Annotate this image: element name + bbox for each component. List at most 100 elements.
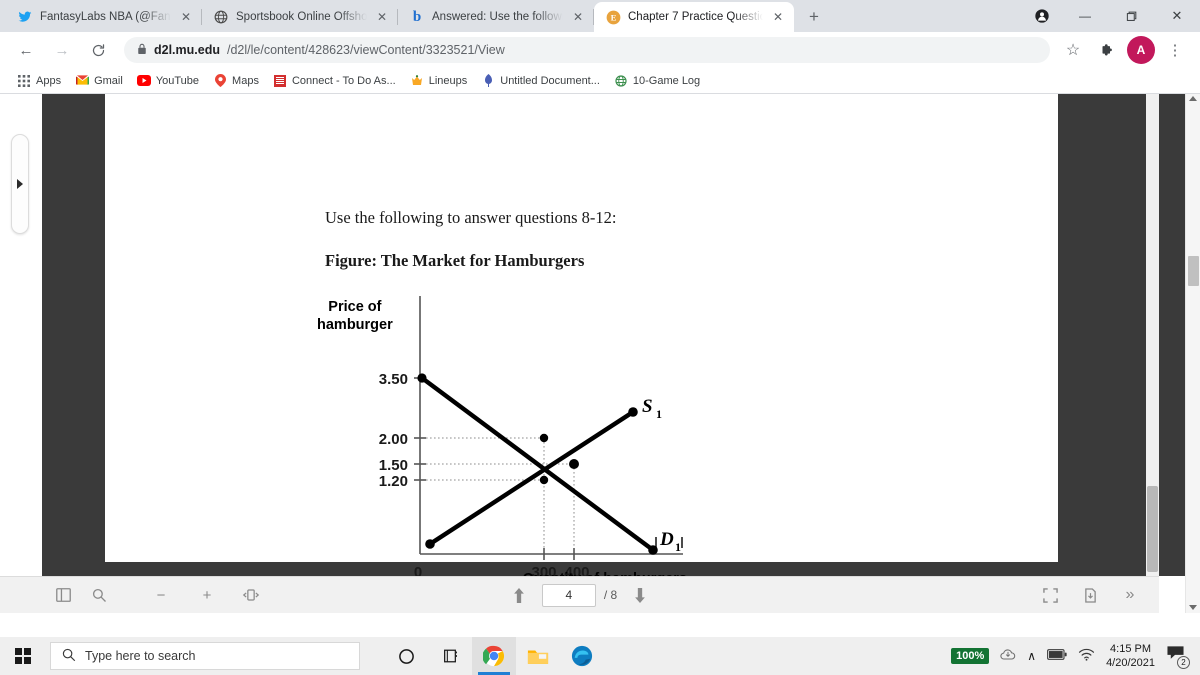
url-path: /d2l/le/content/428623/viewContent/33235… bbox=[226, 43, 505, 57]
mcgraw-connect-icon bbox=[273, 74, 287, 88]
taskbar-search-input[interactable]: Type here to search bbox=[50, 642, 360, 670]
profile-avatar[interactable]: A bbox=[1127, 36, 1155, 64]
edge-icon bbox=[571, 645, 593, 667]
globe-icon bbox=[614, 74, 628, 88]
window-maximize-button[interactable] bbox=[1108, 0, 1154, 32]
page-count-label: / 8 bbox=[603, 588, 618, 602]
taskbar-app-chrome[interactable] bbox=[472, 637, 516, 675]
point-demand-300-200 bbox=[539, 433, 549, 443]
url-host: d2l.mu.edu bbox=[154, 43, 220, 57]
sidebar-expand-handle[interactable] bbox=[11, 134, 29, 234]
browser-tab-3-active[interactable]: E Chapter 7 Practice Questions - E ✕ bbox=[594, 2, 794, 32]
svg-text:E: E bbox=[610, 12, 616, 22]
tab-close-icon[interactable]: ✕ bbox=[570, 9, 586, 25]
window-close-button[interactable]: ✕ bbox=[1154, 0, 1200, 32]
file-explorer-icon bbox=[527, 650, 549, 664]
browser-tab-1[interactable]: Sportsbook Online Offshore Spo ✕ bbox=[202, 2, 398, 32]
onedrive-icon[interactable] bbox=[1000, 648, 1016, 665]
pdf-inner-scrollbar-thumb[interactable] bbox=[1147, 486, 1158, 572]
cortana-button[interactable] bbox=[428, 637, 472, 675]
notification-center-button[interactable]: 2 bbox=[1166, 645, 1190, 669]
tab-close-icon[interactable]: ✕ bbox=[178, 9, 194, 25]
bookmark-item-10-game-log[interactable]: 10-Game Log bbox=[607, 71, 707, 91]
search-icon bbox=[62, 648, 76, 665]
screen-root: FantasyLabs NBA (@FantasyLabs ✕ Sportsbo… bbox=[0, 0, 1200, 675]
y-tick-label-2: 1.50 bbox=[379, 457, 408, 474]
supply-curve-subscript: 1 bbox=[656, 407, 662, 421]
battery-icon[interactable] bbox=[1047, 649, 1067, 663]
reload-button[interactable] bbox=[84, 36, 112, 64]
figure-title: Figure: The Market for Hamburgers bbox=[325, 251, 585, 270]
taskbar-app-edge[interactable] bbox=[560, 637, 604, 675]
back-button[interactable]: ← bbox=[12, 36, 40, 64]
apps-grid-icon bbox=[17, 74, 31, 88]
chrome-menu-icon[interactable]: ⋮ bbox=[1161, 36, 1189, 64]
point-equilibrium-400-150 bbox=[569, 459, 579, 469]
forward-button[interactable]: → bbox=[48, 36, 76, 64]
bookmark-item-apps[interactable]: Apps bbox=[10, 71, 68, 91]
bookmark-label: YouTube bbox=[155, 74, 200, 87]
clock-time: 4:15 PM bbox=[1110, 642, 1152, 655]
bookmark-item-gmail[interactable]: Gmail bbox=[68, 71, 130, 91]
new-tab-button[interactable]: + bbox=[800, 3, 828, 31]
pdf-stage: Use the following to answer questions 8-… bbox=[42, 94, 1159, 576]
current-page-input[interactable]: 4 bbox=[541, 583, 596, 607]
bookmark-label: Lineups bbox=[428, 74, 468, 87]
bookmark-label: Apps bbox=[36, 74, 62, 87]
previous-page-button[interactable] bbox=[504, 582, 534, 608]
search-placeholder-text: Type here to search bbox=[85, 649, 196, 663]
browser-tab-title: Answered: Use the following to a bbox=[432, 11, 563, 23]
browser-scrollbar[interactable] bbox=[1185, 94, 1200, 613]
scroll-down-arrow-icon[interactable] bbox=[1189, 605, 1197, 610]
battery-percent-badge: 100% bbox=[951, 648, 990, 664]
zoom-out-button[interactable]: − bbox=[146, 582, 176, 608]
twitter-bird-icon bbox=[17, 9, 33, 25]
system-tray: 100% ∧ 4:15 PM 4/20/2021 2 bbox=[951, 637, 1200, 675]
bookmark-star-icon[interactable]: ☆ bbox=[1059, 36, 1087, 64]
more-options-button[interactable]: » bbox=[1115, 582, 1145, 608]
window-controls: — ✕ bbox=[1028, 0, 1200, 32]
tab-close-icon[interactable]: ✕ bbox=[770, 9, 786, 25]
extensions-puzzle-icon[interactable] bbox=[1093, 36, 1121, 64]
sidebar-toggle-icon[interactable] bbox=[48, 582, 78, 608]
wifi-icon[interactable] bbox=[1078, 648, 1095, 664]
profile-badge-icon[interactable] bbox=[1028, 2, 1056, 30]
browser-tab-title: Chapter 7 Practice Questions - E bbox=[628, 11, 763, 23]
bookmark-item-untitled-document[interactable]: Untitled Document... bbox=[474, 71, 607, 91]
browser-scrollbar-thumb[interactable] bbox=[1188, 256, 1199, 286]
bookmark-item-maps[interactable]: Maps bbox=[206, 71, 266, 91]
zoom-in-button[interactable]: + bbox=[192, 582, 222, 608]
tab-close-icon[interactable]: ✕ bbox=[374, 9, 390, 25]
window-minimize-button[interactable]: — bbox=[1062, 0, 1108, 32]
taskbar-clock[interactable]: 4:15 PM 4/20/2021 bbox=[1106, 642, 1155, 670]
taskbar-app-file-explorer[interactable] bbox=[516, 637, 560, 675]
next-page-button[interactable] bbox=[625, 582, 655, 608]
download-icon[interactable] bbox=[1075, 582, 1105, 608]
bookmark-label: Untitled Document... bbox=[500, 74, 600, 87]
pdf-toolbar-right-group: » bbox=[1035, 582, 1145, 608]
browser-tab-2[interactable]: b Answered: Use the following to a ✕ bbox=[398, 2, 594, 32]
bookmark-item-youtube[interactable]: YouTube bbox=[130, 71, 206, 91]
fullscreen-icon[interactable] bbox=[1035, 582, 1065, 608]
pdf-inner-scrollbar[interactable] bbox=[1146, 94, 1159, 576]
address-bar[interactable]: d2l.mu.edu/d2l/le/content/428623/viewCon… bbox=[124, 37, 1050, 63]
scroll-up-arrow-icon[interactable] bbox=[1189, 96, 1197, 101]
bookmark-item-lineups[interactable]: Lineups bbox=[403, 71, 475, 91]
demand-curve-label: D bbox=[659, 529, 674, 550]
bookmark-label: Connect - To Do As... bbox=[291, 74, 396, 87]
windows-logo-icon bbox=[15, 648, 31, 664]
point-supply-end bbox=[628, 407, 638, 417]
toolbar-right-actions: ☆ A ⋮ bbox=[1056, 36, 1192, 64]
start-button[interactable] bbox=[0, 637, 46, 675]
task-view-button[interactable] bbox=[384, 637, 428, 675]
browser-tab-strip: FantasyLabs NBA (@FantasyLabs ✕ Sportsbo… bbox=[0, 0, 1200, 32]
fit-page-icon[interactable] bbox=[236, 582, 266, 608]
current-page-value: 4 bbox=[565, 588, 573, 602]
browser-tab-0[interactable]: FantasyLabs NBA (@FantasyLabs ✕ bbox=[6, 2, 202, 32]
show-hidden-icons-button[interactable]: ∧ bbox=[1027, 649, 1036, 663]
pdf-toolbar-left-group: − + bbox=[0, 582, 266, 608]
bookmark-item-connect[interactable]: Connect - To Do As... bbox=[266, 71, 403, 91]
brightspace-icon: E bbox=[605, 9, 621, 25]
find-search-icon[interactable] bbox=[84, 582, 114, 608]
avatar-initial: A bbox=[1136, 43, 1146, 57]
